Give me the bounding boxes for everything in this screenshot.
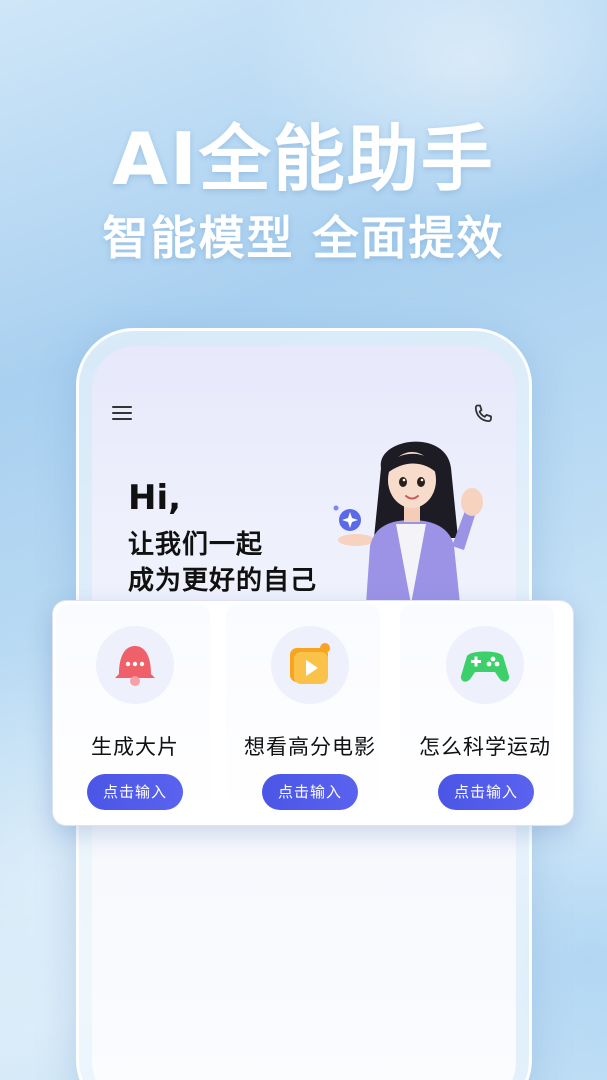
game-controller-icon xyxy=(460,651,510,682)
banner-headline: AI全能助手 xyxy=(112,117,495,201)
greeting-line-2: 成为更好的自己 xyxy=(128,566,318,596)
card-title-3: 怎么科学运动 xyxy=(419,735,551,759)
card-input-button-2[interactable]: 点击输入 xyxy=(262,774,358,810)
card-title-1: 生成大片 xyxy=(91,735,179,759)
assistant-avatar xyxy=(333,441,483,604)
movie-play-icon xyxy=(290,643,330,684)
card-input-button-3[interactable]: 点击输入 xyxy=(438,774,534,810)
card-title-2: 想看高分电影 xyxy=(244,735,376,759)
greeting-line-1: 让我们一起 xyxy=(128,530,264,560)
menu-icon[interactable] xyxy=(112,406,132,422)
greeting-hi: Hi, xyxy=(128,478,182,518)
bell-chat-icon xyxy=(115,646,155,686)
phone-call-icon[interactable] xyxy=(471,402,495,426)
card-input-button-1[interactable]: 点击输入 xyxy=(87,774,183,810)
banner-subline: 智能模型 全面提效 xyxy=(102,211,505,265)
